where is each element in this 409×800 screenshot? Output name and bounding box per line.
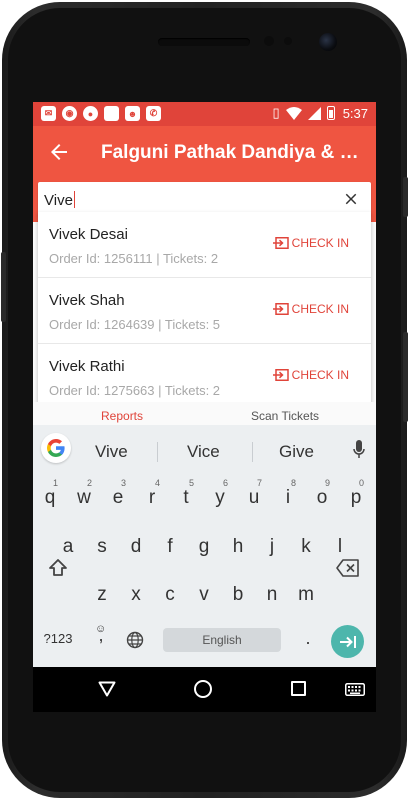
divider [252,442,253,462]
list-item[interactable]: Vivek Shah Order Id: 1264639 | Tickets: … [38,278,371,344]
attendee-name: Vivek Desai [49,226,128,243]
signal-icon [307,106,321,120]
suggestion-word[interactable]: Give [279,442,314,462]
system-icons: ▯ 5:37 [273,105,368,121]
key-hint-number: 0 [359,478,365,488]
check-in-label: CHECK IN [291,368,349,382]
power-button [403,177,408,217]
list-item[interactable]: Vivek Rathi Order Id: 1275663 | Tickets:… [38,344,371,410]
check-in-button[interactable]: CHECK IN [272,236,349,250]
app-icon: ● [83,106,98,121]
tab-reports[interactable]: Reports [101,409,143,423]
search-box[interactable]: Vive [38,182,371,216]
list-item[interactable]: Vivek Desai Order Id: 1256111 | Tickets:… [38,212,371,278]
search-value: Vive [44,192,73,209]
check-in-label: CHECK IN [291,302,349,316]
bottom-tabs: Reports Scan Tickets [33,402,376,426]
suggestion-word[interactable]: Vive [95,442,128,462]
key-m[interactable]: m [291,576,321,614]
login-icon [272,237,289,249]
key-s[interactable]: s [87,528,117,566]
battery-icon [326,106,335,120]
attendee-name: Vivek Shah [49,292,125,309]
key-h[interactable]: h [223,528,253,566]
volume-button [1,252,6,322]
vibrate-icon: ▯ [272,105,280,120]
call-icon: ✆ [146,106,161,121]
key-j[interactable]: j [257,528,287,566]
search-results: Vivek Desai Order Id: 1256111 | Tickets:… [38,212,371,409]
order-meta: Order Id: 1275663 | Tickets: 2 [49,383,221,398]
clock: 5:37 [342,105,368,121]
keyboard-icon[interactable] [345,683,365,696]
earpiece-speaker [158,38,250,46]
key-n[interactable]: n [257,576,287,614]
google-icon[interactable] [41,433,71,463]
status-bar: ✉ ◉ ● ☻ ✆ ▯ 5:37 [33,102,376,126]
blank-icon [104,106,119,121]
key-k[interactable]: k [291,528,321,566]
arrow-tab-icon [339,636,356,648]
google-g-glyph [47,439,65,457]
attendee-name: Vivek Rathi [49,358,125,375]
key-x[interactable]: x [121,576,151,614]
navigation-bar [33,667,376,712]
emoji-icon[interactable]: ☺ [95,623,106,635]
text-cursor [73,191,76,208]
key-c[interactable]: c [155,576,185,614]
order-meta: Order Id: 1264639 | Tickets: 5 [49,317,221,332]
notification-icons: ✉ ◉ ● ☻ ✆ [41,106,161,121]
symbols-key[interactable]: ?123 [43,631,73,646]
login-icon [272,303,289,315]
shift-icon[interactable] [47,557,69,579]
suggestion-word[interactable]: Vice [187,442,220,462]
key-f[interactable]: f [155,528,185,566]
side-button [403,332,408,422]
check-in-button[interactable]: CHECK IN [272,368,349,382]
close-icon[interactable] [339,187,363,211]
key-b[interactable]: b [223,576,253,614]
android-icon: ☻ [125,106,140,121]
check-in-button[interactable]: CHECK IN [272,302,349,316]
page-title: Falguni Pathak Dandiya & Ra... [101,142,371,163]
proximity-sensor [264,36,274,46]
keyboard-suggestion-strip: Vive Vice Give [33,425,376,469]
nav-home-icon[interactable] [194,680,212,698]
key-v[interactable]: v [189,576,219,614]
arrow-back-icon[interactable] [47,140,71,164]
period-key[interactable]: . [301,628,315,649]
world-icon: ◉ [62,106,77,121]
tab-scan-tickets[interactable]: Scan Tickets [251,409,319,423]
key-g[interactable]: g [189,528,219,566]
globe-icon[interactable] [126,631,144,649]
check-in-label: CHECK IN [291,236,349,250]
login-icon [272,369,289,381]
mic-icon[interactable] [353,440,365,460]
divider [157,442,158,462]
nav-recents-icon[interactable] [291,681,306,696]
order-meta: Order Id: 1256111 | Tickets: 2 [49,251,219,266]
backspace-icon[interactable] [336,559,360,577]
search-input[interactable]: Vive [44,191,76,209]
next-key[interactable] [331,625,364,658]
outlook-icon: ✉ [41,106,56,121]
key-z[interactable]: z [87,576,117,614]
front-camera [319,33,337,51]
wifi-icon [285,106,302,120]
screen: ✉ ◉ ● ☻ ✆ ▯ 5:37 Falguni Pathak Dandiya … [33,102,376,712]
key-d[interactable]: d [121,528,151,566]
space-key[interactable]: English [163,628,281,652]
light-sensor [284,37,292,45]
nav-back-icon[interactable] [98,681,116,697]
soft-keyboard: Vive Vice Give q1w2e3r4t5y6u7i8o9p0 asdf… [33,425,376,667]
